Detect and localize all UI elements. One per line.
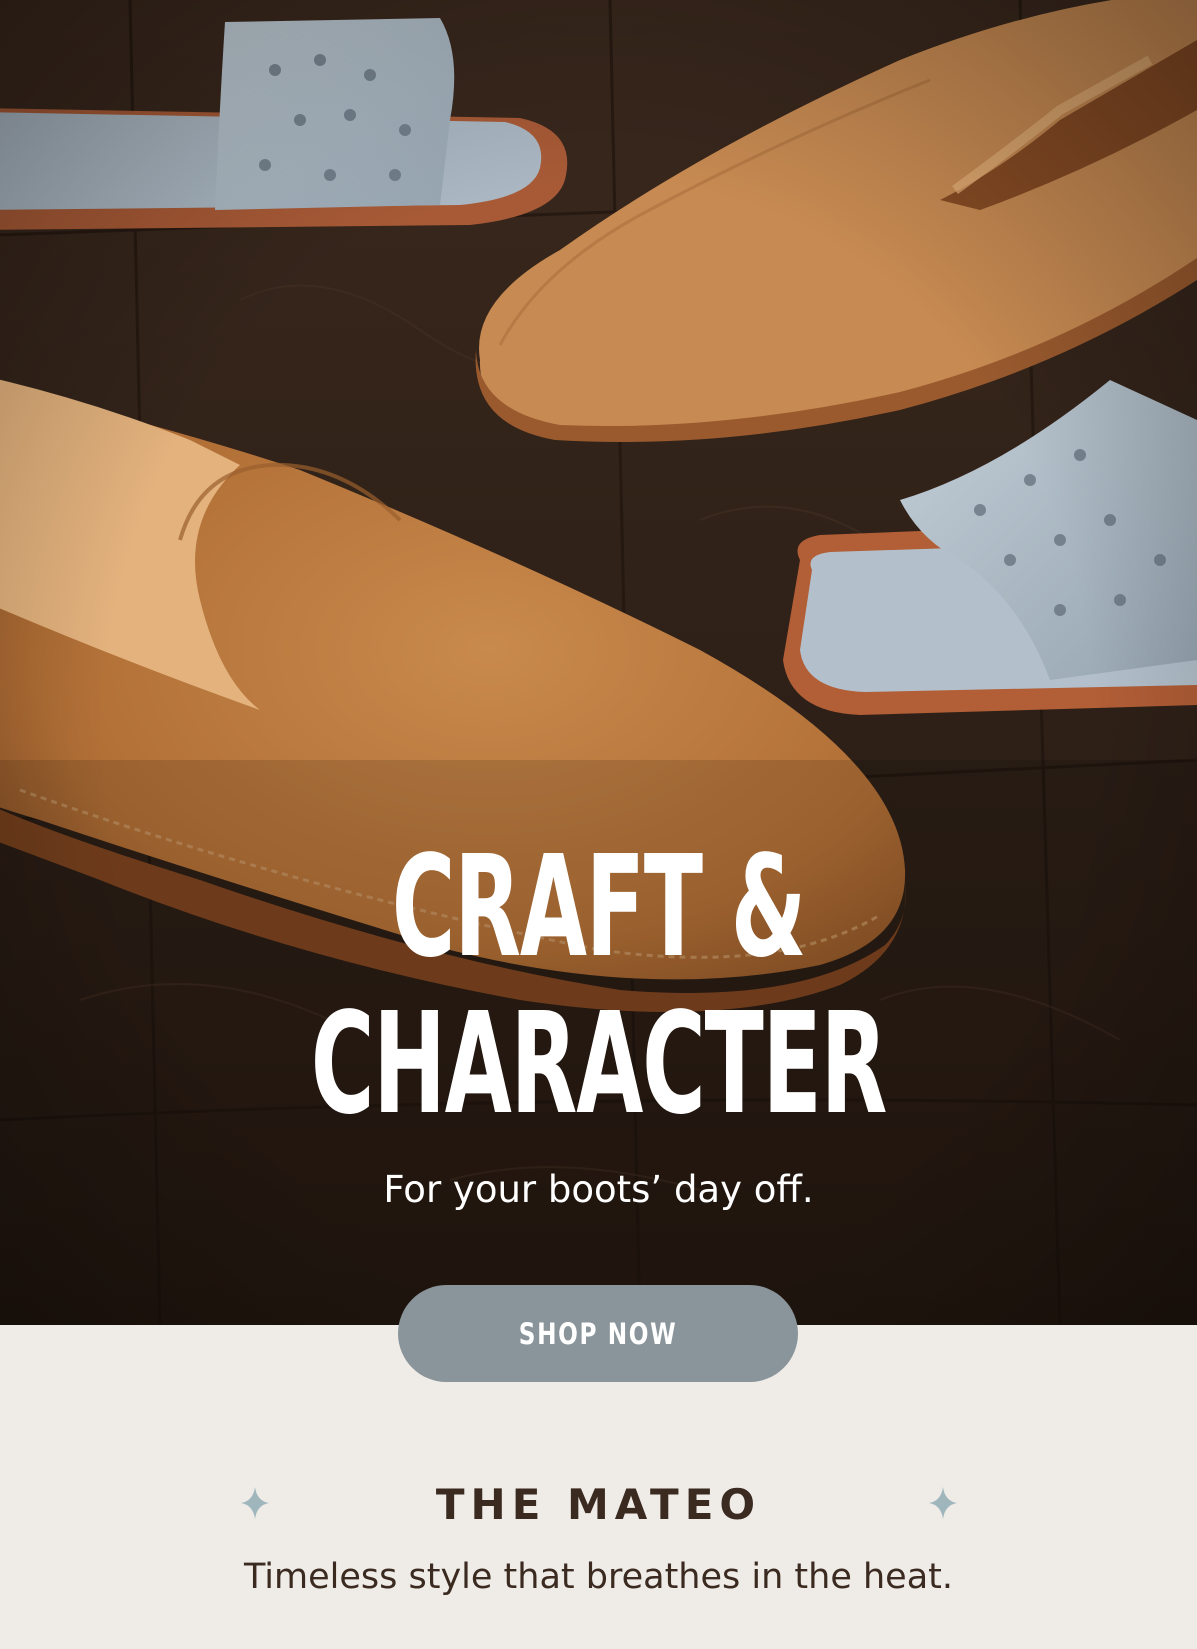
- hero-headline-line-2: CHARACTER: [310, 983, 888, 1146]
- hero-subheadline: For your boots’ day off.: [383, 1168, 814, 1211]
- hero-headline-line-1: CRAFT &: [391, 826, 807, 989]
- product-title: THE MATEO: [435, 1480, 762, 1529]
- hero-banner[interactable]: CRAFT & CHARACTER For your boots’ day of…: [0, 0, 1197, 1325]
- sparkle-icon: [929, 1487, 957, 1519]
- shop-now-button-label: SHOP NOW: [518, 1316, 678, 1351]
- product-tagline: Timeless style that breathes in the heat…: [244, 1557, 953, 1597]
- shop-now-button[interactable]: SHOP NOW: [398, 1285, 798, 1382]
